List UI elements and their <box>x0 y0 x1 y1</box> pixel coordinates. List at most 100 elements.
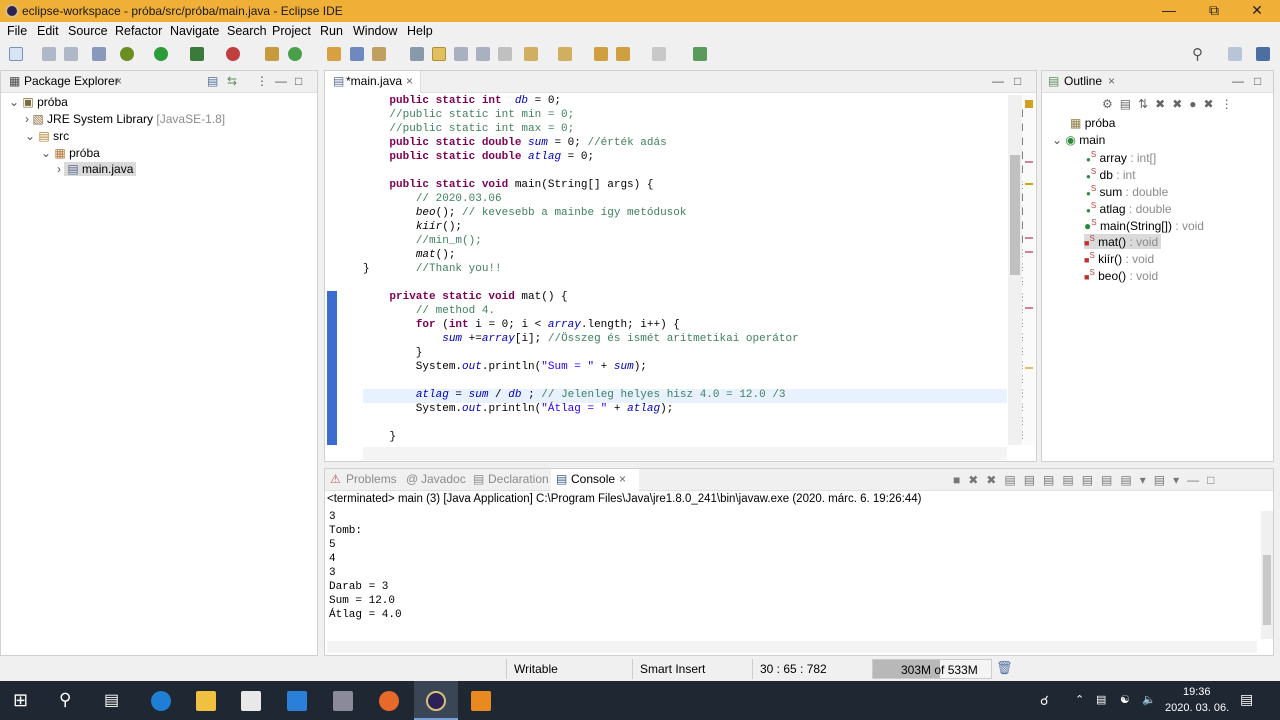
clock-date[interactable]: 2020. 03. 06. <box>1165 702 1229 714</box>
search-icon[interactable]: ⚲ <box>1192 45 1203 63</box>
save-all-icon[interactable] <box>64 47 78 61</box>
outline-method[interactable]: ●S main(String[]) : void <box>1084 218 1204 233</box>
outline-package[interactable]: ▦ próba <box>1070 116 1115 130</box>
pilcrow-icon[interactable] <box>498 47 512 61</box>
maximize-button[interactable]: ⧉ <box>1191 0 1237 22</box>
debug-icon[interactable] <box>120 47 134 61</box>
code-line[interactable]: public static double atlag = 0; <box>363 151 594 163</box>
open-type-icon[interactable] <box>327 47 341 61</box>
console-hscrollbar[interactable] <box>327 641 1257 653</box>
code-line[interactable]: } <box>363 431 396 443</box>
garbage-collect-icon[interactable]: 🗑 <box>996 660 1013 676</box>
collapse-all-icon[interactable]: ▤ <box>207 74 218 88</box>
new-java-class-icon[interactable] <box>288 47 302 61</box>
external-tools-icon[interactable] <box>226 47 240 61</box>
code-line[interactable]: public static void main(String[] args) { <box>363 179 653 191</box>
coverage-icon[interactable] <box>190 47 204 61</box>
outline-field[interactable]: ●S sum : double <box>1086 184 1168 199</box>
code-line[interactable]: // method 4. <box>363 305 495 317</box>
menu-refactor[interactable]: Refactor <box>115 24 162 38</box>
menu-window[interactable]: Window <box>353 24 397 38</box>
tab-package-explorer[interactable]: Package Explorer <box>24 74 119 88</box>
tab-console[interactable]: Console <box>571 472 615 486</box>
menu-source[interactable]: Source <box>68 24 108 38</box>
warning-marker[interactable] <box>1025 100 1033 108</box>
tree-item-project[interactable]: ⌄ ▣ próba <box>9 95 68 109</box>
outline-method[interactable]: ■S beo() : void <box>1084 268 1158 283</box>
scrollbar-thumb[interactable] <box>1263 555 1271 625</box>
show-whitespace-icon[interactable] <box>476 47 490 61</box>
link-with-editor-icon[interactable]: ⇆ <box>227 74 237 88</box>
code-line[interactable]: private static void mat() { <box>363 291 567 303</box>
code-line[interactable]: System.out.println("Átlag = " + atlag); <box>363 403 674 415</box>
menu-help[interactable]: Help <box>407 24 433 38</box>
close-tab-icon[interactable]: × <box>115 74 122 88</box>
horizontal-scrollbar[interactable] <box>363 447 1007 460</box>
code-line[interactable]: //public static int max = 0; <box>363 123 574 135</box>
code-line[interactable]: beo(); // kevesebb a mainbe így metóduso… <box>363 207 687 219</box>
code-line[interactable]: atlag = sum / db ; // Jelenleg helyes hi… <box>363 389 786 401</box>
tree-item-src[interactable]: ⌄ ▤ src <box>25 129 69 143</box>
menu-project[interactable]: Project <box>272 24 311 38</box>
maximize-view-icon[interactable]: □ <box>295 74 302 88</box>
code-line[interactable]: mat(); <box>363 249 456 261</box>
previous-annotation-icon[interactable] <box>558 47 572 61</box>
close-tab-icon[interactable]: × <box>406 74 413 88</box>
back-icon[interactable] <box>616 47 630 61</box>
open-task-icon[interactable] <box>350 47 364 61</box>
minimize-view-icon[interactable]: — <box>275 74 287 88</box>
tab-main-java[interactable]: *main.java <box>346 74 402 88</box>
java-perspective-icon[interactable] <box>1256 47 1270 61</box>
code-line[interactable]: for (int i = 0; i < array.length; i++) { <box>363 319 680 331</box>
edge-icon[interactable] <box>151 691 171 711</box>
menu-edit[interactable]: Edit <box>37 24 59 38</box>
code-line[interactable]: // 2020.03.06 <box>363 193 502 205</box>
search-tool-icon[interactable] <box>372 47 386 61</box>
view-menu-icon[interactable]: ⋮ <box>256 74 268 88</box>
code-line[interactable]: } <box>363 347 423 359</box>
mail-icon[interactable] <box>287 691 307 711</box>
show-hidden-icons-icon[interactable]: ⌃ <box>1075 693 1084 706</box>
outline-field[interactable]: ●S db : int <box>1086 167 1136 182</box>
skip-breakpoints-icon[interactable] <box>92 47 106 61</box>
code-line[interactable]: System.out.println("Sum = " + sum); <box>363 361 647 373</box>
tab-javadoc[interactable]: Javadoc <box>421 472 466 486</box>
tree-item-package[interactable]: ⌄ ▦ próba <box>41 146 100 160</box>
next-annotation-icon[interactable] <box>524 47 538 61</box>
close-tab-icon[interactable]: × <box>1108 74 1115 88</box>
new-java-package-icon[interactable] <box>265 47 279 61</box>
tab-outline[interactable]: Outline <box>1064 74 1102 88</box>
close-tab-icon[interactable]: × <box>619 472 626 486</box>
code-line[interactable]: } //Thank you!! <box>363 263 502 275</box>
store-icon[interactable] <box>241 691 261 711</box>
console-toolbar-icons[interactable]: ■✖✖▤▤▤▤▤▤▤▾▤▾—□ <box>953 473 1222 487</box>
code-line[interactable]: kiír(); <box>363 221 462 233</box>
last-edit-location-icon[interactable] <box>594 47 608 61</box>
wifi-icon[interactable]: ☯ <box>1120 693 1130 706</box>
menu-search[interactable]: Search <box>227 24 267 38</box>
console-scrollbar[interactable] <box>1261 511 1273 639</box>
tree-item-main-java[interactable]: › ▤ main.java <box>57 162 137 178</box>
maximize-view-icon[interactable]: □ <box>1254 74 1261 88</box>
heap-status[interactable]: 303M of 533M <box>872 659 992 679</box>
people-icon[interactable]: ☌ <box>1040 693 1049 709</box>
pin-editor-icon[interactable] <box>693 47 707 61</box>
file-explorer-icon[interactable] <box>196 691 216 711</box>
task-view-icon[interactable]: ▤ <box>104 690 119 710</box>
tab-problems[interactable]: Problems <box>346 472 397 486</box>
toggle-mark-occurrences-icon[interactable] <box>410 47 424 61</box>
menu-file[interactable]: File <box>7 24 27 38</box>
windows-start-icon[interactable]: ⊞ <box>13 690 28 711</box>
vertical-scrollbar[interactable] <box>1008 95 1022 445</box>
minimize-view-icon[interactable]: — <box>992 74 1004 88</box>
save-icon[interactable] <box>42 47 56 61</box>
outline-class[interactable]: ⌄ ◉ main <box>1052 133 1105 147</box>
notifications-icon[interactable]: ▤ <box>1240 691 1253 708</box>
forward-icon[interactable] <box>652 47 666 61</box>
new-icon[interactable] <box>9 47 23 61</box>
clock-time[interactable]: 19:36 <box>1183 686 1211 698</box>
tree-item-jre[interactable]: › ▧ JRE System Library [JavaSE-1.8] <box>25 112 225 126</box>
code-line[interactable]: public static int db = 0; <box>363 95 561 107</box>
tab-declaration[interactable]: Declaration <box>488 472 549 486</box>
code-line[interactable]: //public static int min = 0; <box>363 109 574 121</box>
